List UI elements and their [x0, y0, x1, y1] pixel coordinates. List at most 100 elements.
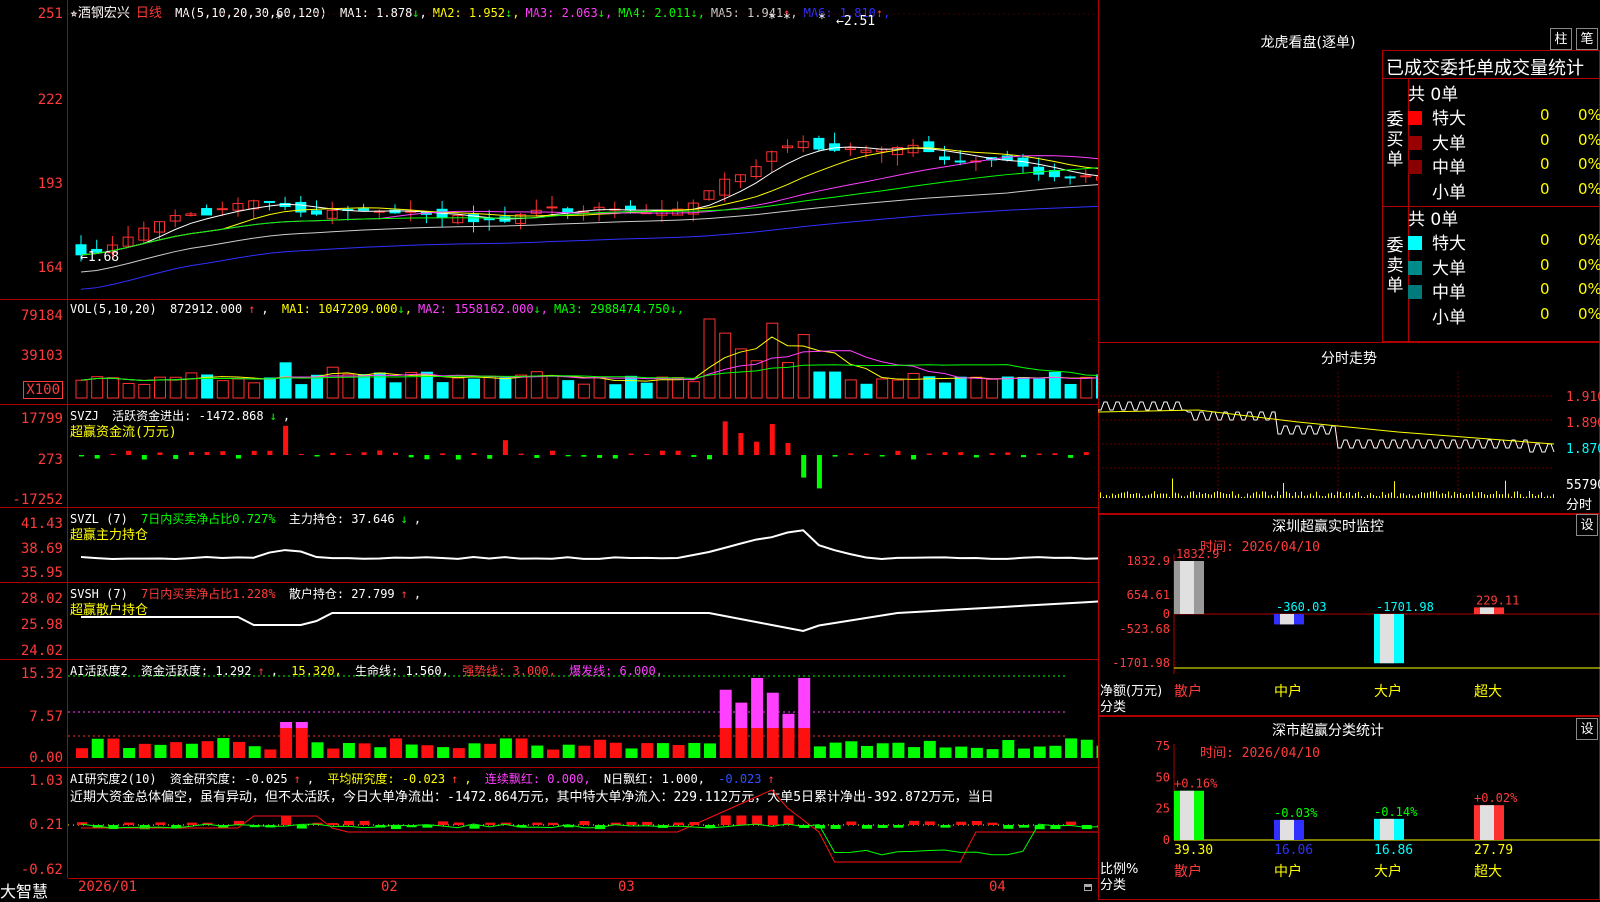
intraday-vol-bar: [1280, 494, 1281, 498]
intraday-vol-bar: [1193, 491, 1194, 498]
intraday-vol-bar: [1355, 493, 1356, 498]
sell-row-name: 大单: [1432, 258, 1466, 279]
ai-research-chart[interactable]: [68, 768, 1098, 878]
research-bar: [877, 825, 888, 828]
fund-flow-bar: [94, 455, 100, 459]
intraday-vol-bar: [1187, 495, 1188, 498]
intraday-vol-bar: [1205, 492, 1206, 498]
fund-flow-bar: [1068, 455, 1074, 458]
intraday-vol-bar: [1256, 491, 1257, 498]
volume-bar: [829, 371, 842, 399]
activity-bar: [547, 749, 559, 758]
monitor-chart[interactable]: 1832.9 654.61 0-523.68 -1701.98 1832.9 散户 -360…: [1098, 514, 1600, 714]
fund-flow-bar: [345, 453, 351, 455]
ai-research-y-axis: 1.03 0.21 -0.62: [0, 768, 68, 878]
activity-bar: [248, 746, 261, 758]
intraday-vol-bar: [1217, 491, 1218, 498]
lock-icon[interactable]: [1084, 884, 1092, 891]
intraday-vol-bar: [1226, 493, 1227, 498]
volume-chart[interactable]: [68, 300, 1098, 405]
intraday-vol-bar: [1424, 492, 1425, 498]
svzl-y-tick: 38.69: [20, 541, 63, 557]
intraday-chart[interactable]: [1098, 372, 1600, 512]
intraday-vol-bar: [1250, 495, 1251, 498]
ma-line-5: [80, 146, 1098, 256]
fund-flow-bar: [298, 453, 304, 455]
ai-research-pane[interactable]: 1.03 0.21 -0.62 AI研究度2(10) 资金研究度: -0.025…: [0, 768, 1098, 878]
intraday-vol-bar: [1514, 491, 1515, 498]
intraday-vol-bar: [1490, 494, 1491, 498]
intraday-vol-bar: [1346, 493, 1347, 498]
svzj-chart[interactable]: [68, 405, 1098, 508]
buy-row-pct: 0%: [1578, 106, 1600, 124]
intraday-vol-bar: [1142, 496, 1143, 498]
intraday-vol-bar: [1268, 495, 1269, 498]
ai-active-pane[interactable]: 15.32 7.57 0.00 AI活跃度2 资金活跃度: 1.292 ↑, 15…: [0, 660, 1098, 768]
intraday-y-tick: 1.870: [1566, 442, 1600, 457]
intraday-vol-bar: [1385, 494, 1386, 498]
stat-y-tick: 50: [1156, 770, 1170, 784]
volume-y-tick: 39103: [20, 348, 63, 364]
volume-bar: [389, 382, 402, 399]
intraday-vol-bar: [1196, 494, 1197, 498]
intraday-vol-bar: [1310, 493, 1311, 498]
monitor-category: 大户: [1374, 683, 1402, 700]
svsh-chart[interactable]: [68, 583, 1098, 660]
ai-research-y-tick: 1.03: [29, 773, 63, 789]
intraday-vol-bar: [1523, 496, 1524, 498]
kline-y-tick: 193: [37, 176, 63, 192]
svzl-y-axis: 41.43 38.69 35.95: [0, 508, 68, 582]
tick-view-tab[interactable]: 笔: [1576, 28, 1598, 50]
main-chart-area[interactable]: 251 222 193 164 ★酒钢宏兴日线 MA(5,10,20,30,60…: [0, 0, 1098, 901]
svzj-pane[interactable]: 17799 273 -17252 SVZJ 活跃资金进出: -1472.868 ↓…: [0, 405, 1098, 508]
sell-row: 小单: [1408, 303, 1466, 328]
research-bar: [971, 820, 982, 825]
volume-bar: [311, 374, 323, 399]
legend-swatch: [1408, 160, 1422, 174]
event-star-icon[interactable]: *: [768, 12, 776, 27]
activity-bar: [1002, 740, 1015, 758]
intraday-vol-bar: [1448, 491, 1449, 498]
buy-row-name: 中单: [1432, 158, 1466, 178]
activity-bar: [123, 748, 136, 758]
monitor-bar-value: -360.03: [1276, 600, 1327, 614]
fund-flow-bar: [330, 452, 336, 455]
volume-bar: [452, 377, 465, 399]
candlestick-chart[interactable]: [68, 0, 1098, 300]
bar-view-tab[interactable]: 柱: [1550, 28, 1572, 50]
intraday-vol-bar: [1364, 496, 1365, 498]
intraday-vol-bar: [1253, 492, 1254, 498]
activity-bar: [1080, 739, 1093, 758]
event-star-icon[interactable]: *: [818, 12, 826, 27]
svsh-pane[interactable]: 28.02 25.98 24.02 SVSH (7) 7日内买卖净占比1.228…: [0, 583, 1098, 660]
svsh-y-tick: 25.98: [20, 617, 63, 633]
svzj-y-axis: 17799 273 -17252: [0, 405, 68, 508]
research-bar: [830, 825, 841, 829]
fund-flow-bar: [1021, 455, 1026, 458]
legend-swatch: [1408, 310, 1422, 324]
event-star-icon[interactable]: *: [275, 12, 283, 27]
fund-flow-bar: [424, 455, 430, 460]
research-bar: [296, 825, 307, 829]
event-star-icon[interactable]: *: [783, 12, 791, 27]
buy-orders-label: 委买单: [1386, 110, 1404, 170]
kline-pane[interactable]: 251 222 193 164 ★酒钢宏兴日线 MA(5,10,20,30,60…: [0, 0, 1098, 300]
volume-bar: [719, 332, 732, 399]
sell-row: 大单: [1408, 254, 1466, 279]
volume-unit: X100: [23, 381, 63, 399]
stat-chart[interactable]: 75 50 25 0 +0.16% 39.30 散户 -0.03% 16.06 中户 -0.14% 1…: [1098, 716, 1600, 900]
intraday-unit: 分时: [1566, 498, 1593, 513]
fund-flow-bar: [455, 455, 461, 460]
intraday-vol-bar: [1529, 491, 1530, 498]
research-bar: [626, 821, 637, 825]
ai-active-chart[interactable]: [68, 660, 1098, 768]
volume-bar: [813, 371, 826, 399]
svzl-chart[interactable]: [68, 508, 1098, 583]
svzl-pane[interactable]: 41.43 38.69 35.95 SVZL (7) 7日内买卖净占比0.727…: [0, 508, 1098, 583]
research-bar: [720, 815, 731, 825]
volume-pane[interactable]: 79184 39103 X100 VOL(5,10,20) 872912.000…: [0, 300, 1098, 405]
fund-flow-bar: [785, 443, 791, 455]
monitor-y-tick: 1832.9: [1127, 554, 1170, 568]
intraday-vol-bar: [1220, 492, 1221, 498]
intraday-vol-bar: [1214, 492, 1215, 498]
